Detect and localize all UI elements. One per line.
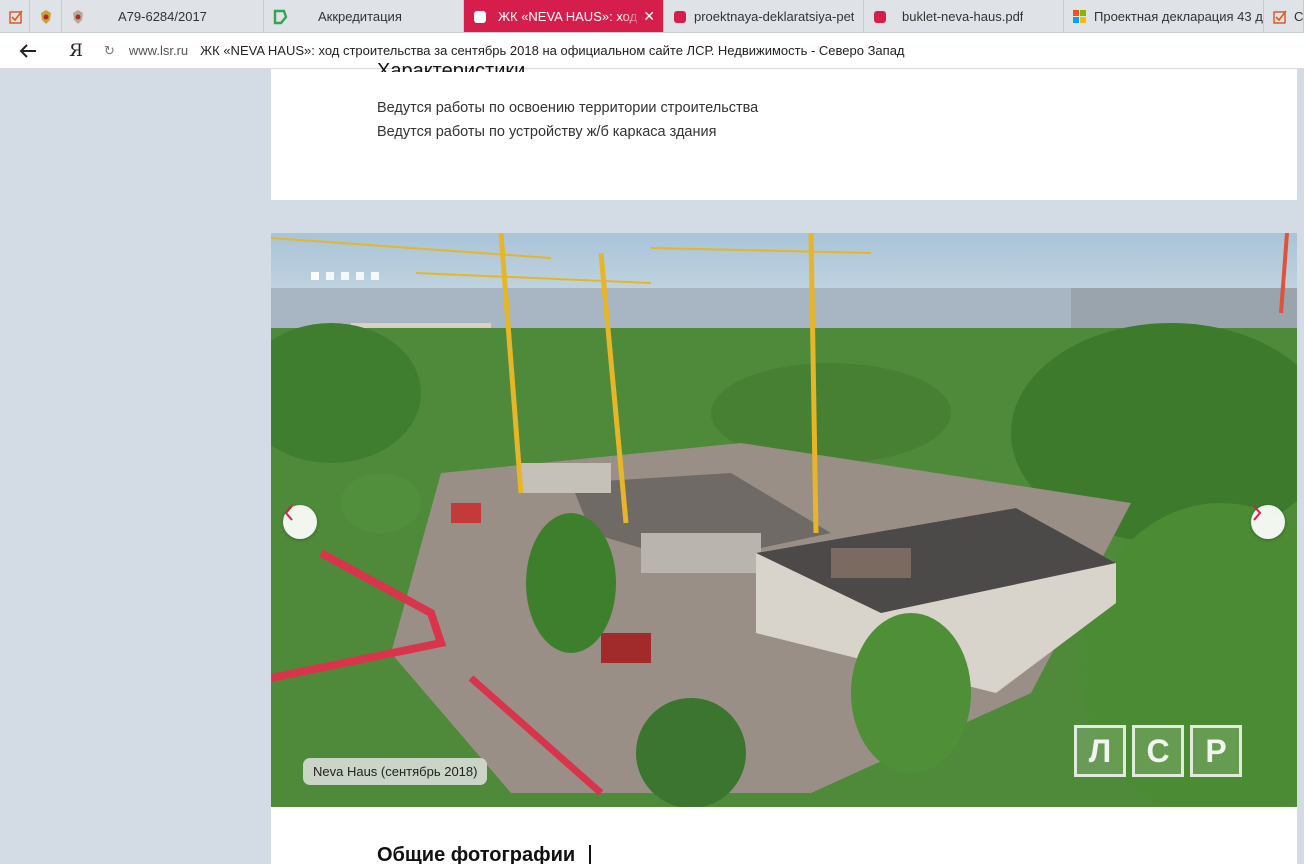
url-field[interactable]: ↻ www.lsr.ru ЖК «NEVA HAUS»: ход строите… <box>104 36 1304 66</box>
tab-label: А79-6284/2017 <box>118 9 207 24</box>
chevron-right-icon <box>1253 505 1262 521</box>
section-title-text: Общие фотографии <box>377 844 576 864</box>
tab-strip: А79-6284/2017 Аккредитация ЖК «NEVA HAUS… <box>0 0 1304 33</box>
work-item: Ведутся работы по устройству ж/б каркаса… <box>377 124 717 140</box>
green-logo-icon <box>272 9 288 25</box>
watermark-letter: Л <box>1074 725 1126 777</box>
reload-icon[interactable]: ↻ <box>104 43 115 59</box>
arrow-left-icon <box>19 43 36 58</box>
section-title: Общие фотографии <box>377 844 592 864</box>
gallery-section: Общие фотографии <box>271 807 1297 864</box>
photo-caption: Neva Haus (сентябрь 2018) <box>303 758 488 785</box>
slider-dot[interactable] <box>311 272 319 280</box>
page-title: ЖК «NEVA HAUS»: ход строительства за сен… <box>200 43 905 58</box>
tab-label: Проектная декларация 43 д <box>1094 9 1263 24</box>
tab-neva-haus[interactable]: ЖК «NEVA HAUS»: ход строительства ✕ <box>464 0 664 32</box>
slider-prev-button[interactable] <box>283 505 317 539</box>
tab-buklet-pdf[interactable]: buklet-neva-haus.pdf <box>864 0 1064 32</box>
lsr-watermark: Л С Р <box>1074 725 1242 777</box>
tab-case[interactable]: А79-6284/2017 <box>62 0 264 32</box>
slider-dot[interactable] <box>356 272 364 280</box>
cut-heading: Характеристики <box>377 60 526 72</box>
slider-dots <box>311 272 379 280</box>
url-domain: www.lsr.ru <box>128 43 189 58</box>
tasks-icon <box>1272 9 1288 25</box>
pdf-icon <box>872 9 888 25</box>
windows-icon <box>1072 9 1088 25</box>
tab-label: ЖК «NEVA HAUS»: ход строительства <box>498 9 643 24</box>
tab-label: proektnaya-deklaratsiya-pet <box>694 9 855 24</box>
slider-next-button[interactable] <box>1251 505 1285 539</box>
text-cursor <box>589 844 592 864</box>
slider-dot[interactable] <box>341 272 349 280</box>
construction-photo <box>271 233 1297 807</box>
photo-slider: Neva Haus (сентябрь 2018) Л С Р <box>271 233 1297 807</box>
yandex-button[interactable]: Я <box>56 33 96 69</box>
tab-accreditation[interactable]: Аккредитация <box>264 0 464 32</box>
slider-dot[interactable] <box>326 272 334 280</box>
work-item: Ведутся работы по освоению территории ст… <box>377 100 759 116</box>
slider-dot[interactable] <box>371 272 379 280</box>
tab-deklaratsiya-pdf[interactable]: proektnaya-deklaratsiya-pet <box>664 0 864 32</box>
tab-sp[interactable]: СП <box>1264 0 1304 32</box>
tasks-icon <box>8 9 24 25</box>
progress-card: Характеристики Ведутся работы по освоени… <box>271 60 1297 200</box>
watermark-letter: Р <box>1190 725 1242 777</box>
tab-gov[interactable] <box>30 0 62 32</box>
coat-of-arms-icon <box>70 9 86 25</box>
pdf-icon <box>672 9 688 25</box>
tab-label: buklet-neva-haus.pdf <box>902 9 1024 24</box>
tab-project-declaration[interactable]: Проектная декларация 43 д <box>1064 0 1264 32</box>
tab-tasks[interactable] <box>0 0 30 32</box>
coat-of-arms-icon <box>38 9 54 25</box>
back-button[interactable] <box>0 33 56 69</box>
lsr-icon <box>472 9 488 25</box>
address-bar: Я ↻ www.lsr.ru ЖК «NEVA HAUS»: ход строи… <box>0 33 1304 69</box>
watermark-letter: С <box>1132 725 1184 777</box>
chevron-left-icon <box>284 505 293 521</box>
close-icon[interactable]: ✕ <box>643 8 655 25</box>
tab-label: Аккредитация <box>318 9 402 24</box>
tab-label: СП <box>1294 9 1303 24</box>
